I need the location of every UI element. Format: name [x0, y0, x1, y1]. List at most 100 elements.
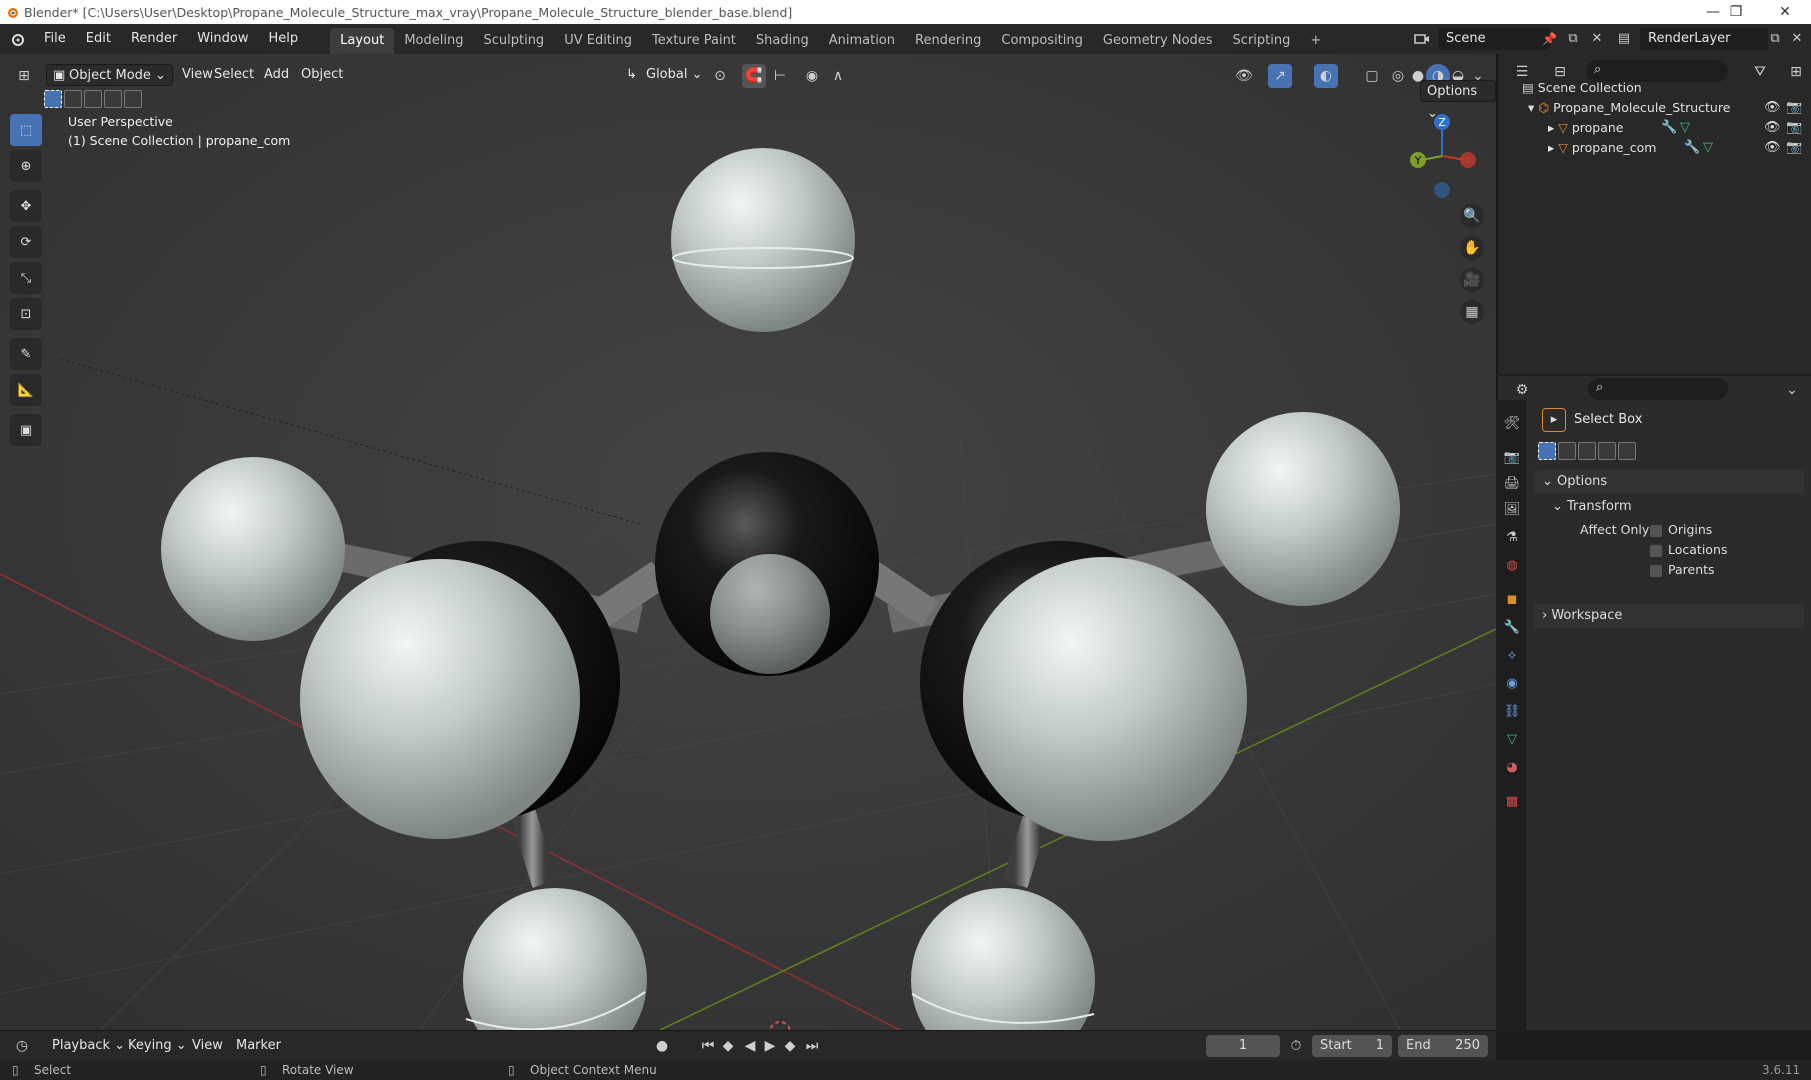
properties-editor-type-icon[interactable]: ⚙ — [1510, 378, 1534, 402]
blender-menu-icon[interactable] — [0, 31, 34, 47]
transform-tool-icon[interactable]: ⊡ — [10, 298, 42, 330]
tab-shading[interactable]: Shading — [746, 28, 819, 54]
annotate-tool-icon[interactable]: ✎ — [10, 338, 42, 370]
tool-tab-icon[interactable]: 🛠 — [1501, 412, 1523, 434]
workspace-section-header[interactable]: › Workspace — [1534, 604, 1804, 628]
select-intersect-icon[interactable] — [1618, 442, 1636, 460]
select-new-icon[interactable] — [44, 90, 62, 108]
filter-icon[interactable]: ⛛ — [1748, 60, 1772, 84]
menu-render[interactable]: Render — [121, 24, 187, 54]
timeline-editor-type-icon[interactable]: ◷ — [10, 1034, 34, 1058]
select-subtract-icon[interactable] — [1578, 442, 1596, 460]
render-camera-icon[interactable]: 📷 — [1786, 140, 1802, 155]
data-tab-icon[interactable]: ▽ — [1501, 728, 1523, 750]
new-view-layer-icon[interactable]: ⧉ — [1764, 28, 1786, 50]
modifier-tab-icon[interactable]: 🔧 — [1501, 616, 1523, 638]
select-extend-icon[interactable] — [64, 90, 82, 108]
add-cube-tool-icon[interactable]: ▣ — [10, 414, 42, 446]
visibility-selectability-icon[interactable]: 👁 — [1232, 64, 1256, 88]
view-layer-icon[interactable]: ▤ — [1612, 28, 1636, 50]
prev-keyframe-icon[interactable]: ◆ — [716, 1034, 740, 1058]
timeline-menu-view[interactable]: View — [186, 1035, 229, 1057]
render-camera-icon[interactable]: 📷 — [1786, 120, 1802, 135]
menu-edit[interactable]: Edit — [76, 24, 121, 54]
perspective-toggle-icon[interactable]: ▦ — [1460, 300, 1484, 324]
mesh-data-icon[interactable]: ▽ — [1680, 120, 1690, 135]
delete-view-layer-icon[interactable]: ✕ — [1786, 28, 1808, 50]
properties-options-icon[interactable]: ⌄ — [1780, 378, 1804, 402]
tab-texture-paint[interactable]: Texture Paint — [642, 28, 746, 54]
proportional-edit-icon[interactable]: ◉ — [800, 64, 824, 88]
physics-tab-icon[interactable]: ◉ — [1501, 672, 1523, 694]
transform-subsection-header[interactable]: ⌄ Transform — [1542, 496, 1804, 518]
pivot-point-icon[interactable]: ⊙ — [708, 64, 732, 88]
scene-icon[interactable] — [1410, 28, 1434, 50]
origins-checkbox[interactable]: Origins — [1650, 522, 1712, 537]
viewport-menu-select[interactable]: Select — [208, 64, 260, 86]
locations-checkbox[interactable]: Locations — [1650, 542, 1727, 557]
scene-selector[interactable]: Scene — [1438, 28, 1550, 50]
visibility-eye-icon[interactable]: 👁 — [1764, 100, 1781, 115]
tab-rendering[interactable]: Rendering — [905, 28, 991, 54]
render-camera-icon[interactable]: 📷 — [1786, 100, 1802, 115]
outliner-collection-row[interactable]: ▾ ⌬ Propane_Molecule_Structure — [1528, 98, 1730, 118]
texture-tab-icon[interactable]: ▩ — [1501, 790, 1523, 812]
overlay-toggle-icon[interactable]: ◐ — [1314, 64, 1338, 88]
output-tab-icon[interactable]: 🖨 — [1501, 472, 1523, 494]
new-scene-icon[interactable]: ⧉ — [1562, 28, 1584, 50]
falloff-icon[interactable]: ∧ — [826, 64, 850, 88]
scene-tab-icon[interactable]: ⚗ — [1501, 526, 1523, 548]
visibility-eye-icon[interactable]: 👁 — [1764, 140, 1781, 155]
tab-animation[interactable]: Animation — [819, 28, 905, 54]
pan-hand-icon[interactable]: ✋ — [1460, 236, 1484, 260]
delete-scene-icon[interactable]: ✕ — [1586, 28, 1608, 50]
start-frame-field[interactable]: Start 1 — [1312, 1035, 1392, 1057]
tab-sculpting[interactable]: Sculpting — [473, 28, 554, 54]
select-extend-icon[interactable] — [1558, 442, 1576, 460]
select-subtract-icon[interactable] — [84, 90, 102, 108]
select-intersect-icon[interactable] — [124, 90, 142, 108]
menu-window[interactable]: Window — [187, 24, 258, 54]
select-invert-icon[interactable] — [1598, 442, 1616, 460]
menu-help[interactable]: Help — [259, 24, 309, 54]
select-box-tool-icon[interactable]: ⬚ — [10, 114, 42, 146]
xray-toggle-icon[interactable]: ▢ — [1360, 64, 1384, 88]
select-new-icon[interactable] — [1538, 442, 1556, 460]
viewport-menu-object[interactable]: Object — [295, 64, 349, 86]
add-workspace-button[interactable]: + — [1300, 28, 1331, 54]
modifier-wrench-icon[interactable]: 🔧 — [1661, 120, 1677, 135]
properties-search-input[interactable]: ⌕ — [1588, 378, 1728, 400]
tab-scripting[interactable]: Scripting — [1223, 28, 1301, 54]
pin-icon[interactable]: 📌 — [1542, 32, 1557, 46]
outliner-object-row[interactable]: ▸ ▽ propane — [1548, 118, 1624, 138]
options-dropdown[interactable]: Options ⌄ — [1420, 80, 1496, 121]
3d-viewport[interactable]: ⊞ ▣ Object Mode ⌄ View Select Add Object… — [0, 54, 1496, 1030]
transform-orientation-dropdown[interactable]: ↳ Global ⌄ — [622, 64, 709, 86]
tab-modeling[interactable]: Modeling — [394, 28, 473, 54]
tab-uv-editing[interactable]: UV Editing — [554, 28, 642, 54]
tab-compositing[interactable]: Compositing — [991, 28, 1093, 54]
select-invert-icon[interactable] — [104, 90, 122, 108]
world-tab-icon[interactable]: ◍ — [1501, 554, 1523, 576]
clock-icon[interactable]: ⏱ — [1284, 1034, 1308, 1058]
close-button[interactable]: ✕ — [1762, 0, 1808, 24]
zoom-icon[interactable]: 🔍 — [1460, 204, 1484, 228]
editor-type-icon[interactable]: ⊞ — [12, 64, 36, 88]
cursor-tool-icon[interactable]: ⊕ — [10, 150, 42, 182]
tab-geometry-nodes[interactable]: Geometry Nodes — [1093, 28, 1223, 54]
restore-button[interactable]: ❐ — [1713, 0, 1759, 24]
next-keyframe-icon[interactable]: ◆ — [778, 1034, 802, 1058]
camera-view-icon[interactable]: 🎥 — [1460, 268, 1484, 292]
auto-keying-icon[interactable]: ● — [650, 1034, 674, 1058]
view-layer-tab-icon[interactable]: 🖼 — [1501, 498, 1523, 520]
timeline-menu-marker[interactable]: Marker — [230, 1035, 287, 1057]
tab-layout[interactable]: Layout — [330, 28, 395, 54]
object-tab-icon[interactable]: ◼ — [1501, 588, 1523, 610]
options-section-header[interactable]: ⌄ Options — [1534, 470, 1804, 494]
visibility-eye-icon[interactable]: 👁 — [1764, 120, 1781, 135]
end-frame-field[interactable]: End 250 — [1398, 1035, 1488, 1057]
mesh-data-icon[interactable]: ▽ — [1703, 140, 1713, 155]
measure-tool-icon[interactable]: 📐 — [10, 374, 42, 406]
gizmo-toggle-icon[interactable]: ↗ — [1268, 64, 1292, 88]
viewport-menu-add[interactable]: Add — [258, 64, 295, 86]
